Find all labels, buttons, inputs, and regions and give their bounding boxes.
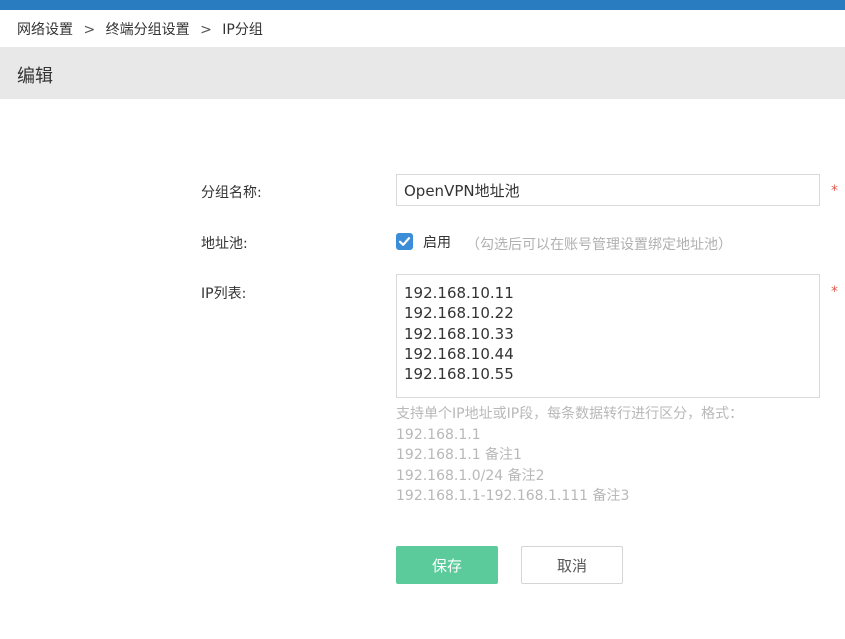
page-header: 编辑 [0,47,845,99]
cancel-button[interactable]: 取消 [521,546,623,584]
breadcrumb-item-ip-group: IP分组 [222,22,263,38]
ip-list-line: 192.168.10.44 [404,344,514,363]
ip-list-help: 支持单个IP地址或IP段，每条数据转行进行区分，格式： 192.168.1.1 … [396,404,743,507]
ip-list-required-mark: * [831,284,838,300]
help-line: 192.168.1.1-192.168.1.111 备注3 [396,488,630,504]
checkmark-icon [398,237,411,246]
ip-list-line: 192.168.10.22 [404,304,514,323]
breadcrumb-item-terminal-group[interactable]: 终端分组设置 [106,22,190,38]
ip-list-line: 192.168.10.33 [404,324,514,343]
help-line: 192.168.1.1 备注1 [396,447,522,463]
ip-list-label: IP列表: [201,286,247,302]
group-name-label: 分组名称: [201,185,262,201]
save-button[interactable]: 保存 [396,546,498,584]
group-name-required-mark: * [831,183,838,199]
breadcrumb: 网络设置 > 终端分组设置 > IP分组 [17,19,263,39]
address-pool-enable-label[interactable]: 启用 [423,232,451,252]
help-line: 192.168.1.0/24 备注2 [396,467,545,484]
help-line: 192.168.1.1 [396,426,481,443]
breadcrumb-separator: > [83,22,96,38]
breadcrumb-item-network-settings[interactable]: 网络设置 [17,22,73,38]
address-pool-hint: （勾选后可以在账号管理设置绑定地址池） [466,237,732,253]
ip-list-textarea[interactable]: 192.168.10.11 192.168.10.22 192.168.10.3… [396,274,820,398]
group-name-input[interactable] [396,174,820,206]
ip-list-line: 192.168.10.11 [404,284,514,302]
address-pool-label: 地址池: [201,236,248,252]
top-bar [0,0,845,10]
help-line: 支持单个IP地址或IP段，每条数据转行进行区分，格式： [396,406,744,422]
address-pool-checkbox[interactable] [396,233,413,250]
page-title: 编辑 [17,66,53,87]
breadcrumb-separator: > [200,22,212,38]
ip-list-line: 192.168.10.55 [404,365,514,384]
